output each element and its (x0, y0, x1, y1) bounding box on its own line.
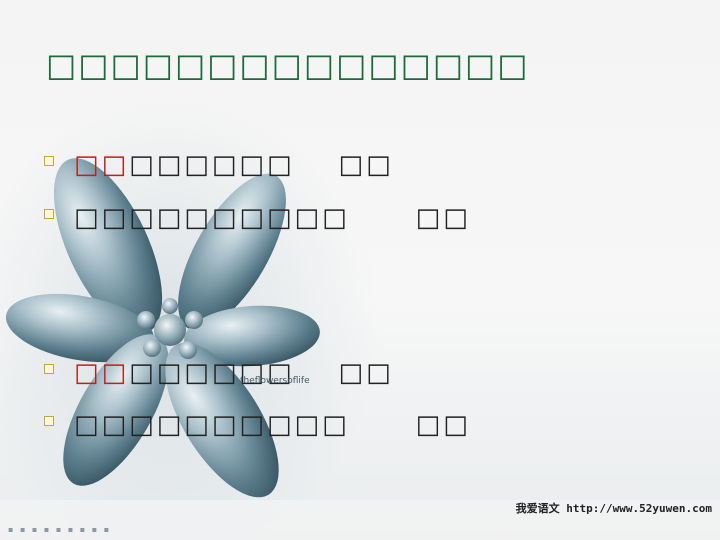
bullet-item-4: □□□□□□□□□□ □□ (44, 410, 471, 450)
slide: □□□□□□□□□□□□□□□ □□□□□□□□ □□ □□□□□□□□□□ □□ … (0, 0, 720, 540)
flower-watermark-text: theflowersoflife (240, 376, 310, 386)
bullet-square-icon (44, 209, 54, 219)
bullet-item-3: □□□□□□□□ □□ (44, 358, 394, 398)
bullet-text: □□□□□□□□□□ □□ (74, 203, 471, 233)
highlight-text: □□ (74, 150, 130, 180)
bullet-text: □□□□□□□□ □□ (74, 358, 394, 388)
slide-title: □□□□□□□□□□□□□□□ (46, 46, 530, 84)
footer-site-link[interactable]: 我爱语文 http://www.52yuwen.com (516, 500, 712, 516)
bullet-text: □□□□□□□□ □□ (74, 150, 394, 180)
bullet-square-icon (44, 416, 54, 426)
bullet-square-icon (44, 364, 54, 374)
bullet-text: □□□□□□□□□□ □□ (74, 410, 471, 440)
highlight-text: □□ (74, 358, 130, 388)
footer-left-text: ▪ ▪ ▪ ▪ ▪ ▪ ▪ ▪ ▪ (8, 525, 112, 534)
bullet-item-1: □□□□□□□□ □□ (44, 150, 394, 190)
bullet-square-icon (44, 156, 54, 166)
bullet-item-2: □□□□□□□□□□ □□ (44, 203, 471, 243)
